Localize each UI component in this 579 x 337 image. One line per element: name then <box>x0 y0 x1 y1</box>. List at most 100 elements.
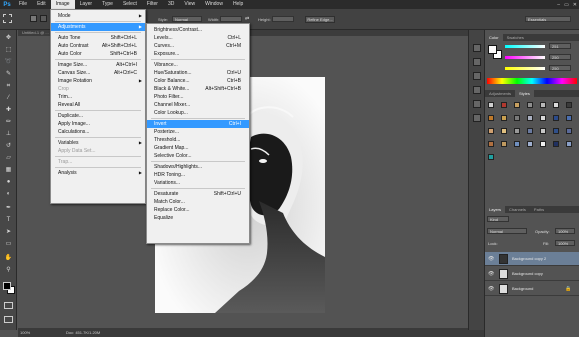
adjustments-menu-item[interactable]: Brightness/Contrast... <box>147 26 249 34</box>
blend-mode-select[interactable]: Normal <box>487 228 527 234</box>
adjustments-menu-item[interactable]: Levels... Ctrl+L <box>147 34 249 42</box>
eye-icon[interactable]: 👁 <box>488 271 494 277</box>
minimize-icon[interactable]: – <box>557 2 560 8</box>
color-swatch-foreground[interactable] <box>3 282 11 290</box>
screen-mode-icon[interactable] <box>4 316 13 323</box>
close-icon[interactable]: ✕ <box>573 2 577 8</box>
adjustments-menu-item[interactable]: Shadows/Highlights... <box>147 163 249 171</box>
green-value[interactable]: 250 <box>549 54 571 60</box>
menu-file[interactable]: File <box>14 0 32 9</box>
tab-styles[interactable]: Styles <box>515 90 534 97</box>
style-swatch[interactable] <box>527 115 533 121</box>
style-swatch[interactable] <box>527 102 533 108</box>
zoom-level[interactable]: 100% <box>20 330 30 335</box>
adjustments-menu-item[interactable]: Invert Ctrl+I <box>147 120 249 128</box>
eyedropper-tool-icon[interactable]: ⁄ <box>4 94 13 103</box>
pen-tool-icon[interactable]: ✒ <box>4 204 13 213</box>
tab-adjustments[interactable]: Adjustments <box>485 90 515 97</box>
menu-filter[interactable]: Filter <box>142 0 163 9</box>
style-swatch[interactable] <box>553 102 559 108</box>
add-selection-icon[interactable] <box>40 15 47 22</box>
image-menu-item[interactable]: Reveal All <box>51 101 145 109</box>
brush-tool-icon[interactable]: ✏ <box>4 118 13 127</box>
adjustments-menu-item[interactable]: Color Balance... Ctrl+B <box>147 77 249 85</box>
style-swatch[interactable] <box>488 141 494 147</box>
adjustments-menu-item[interactable]: Desaturate Shift+Ctrl+U <box>147 190 249 198</box>
new-selection-icon[interactable] <box>30 15 37 22</box>
dodge-tool-icon[interactable]: ◐ <box>4 190 13 199</box>
adjustments-menu-item[interactable]: Selective Color... <box>147 152 249 160</box>
adjustments-menu-item[interactable]: Threshold... <box>147 136 249 144</box>
image-menu-item[interactable]: Analysis ▶ <box>51 169 145 177</box>
menu-type[interactable]: Type <box>97 0 118 9</box>
style-swatch[interactable] <box>514 141 520 147</box>
menu-edit[interactable]: Edit <box>32 0 51 9</box>
image-menu-item[interactable]: Auto Contrast Alt+Shift+Ctrl+L <box>51 42 145 50</box>
eye-icon[interactable]: 👁 <box>488 286 494 292</box>
swap-icon[interactable]: ⇄ <box>245 16 249 22</box>
style-swatch[interactable] <box>488 154 494 160</box>
refine-edge-button[interactable]: Refine Edge... <box>305 16 335 23</box>
properties-panel-icon[interactable] <box>473 58 481 66</box>
character-panel-icon[interactable] <box>473 86 481 94</box>
tab-paths[interactable]: Paths <box>530 206 548 213</box>
menu-window[interactable]: Window <box>200 0 228 9</box>
green-slider[interactable] <box>505 56 545 59</box>
width-field[interactable] <box>220 16 242 22</box>
style-swatch[interactable] <box>514 102 520 108</box>
zoom-tool-icon[interactable]: ⚲ <box>4 266 13 275</box>
style-swatch[interactable] <box>540 128 546 134</box>
menu-help[interactable]: Help <box>228 0 248 9</box>
style-swatch[interactable] <box>566 141 572 147</box>
image-menu-item[interactable]: Canvas Size... Alt+Ctrl+C <box>51 69 145 77</box>
type-tool-icon[interactable]: T <box>4 216 13 225</box>
adjustments-menu-item[interactable]: Curves... Ctrl+M <box>147 42 249 50</box>
opacity-field[interactable]: 100% <box>555 228 575 234</box>
image-menu-item[interactable]: Image Rotation ▶ <box>51 77 145 85</box>
style-swatch[interactable] <box>488 115 494 121</box>
style-swatch[interactable] <box>540 102 546 108</box>
lasso-tool-icon[interactable]: ➰ <box>4 58 13 67</box>
brush-panel-icon[interactable] <box>473 72 481 80</box>
adjustments-menu-item[interactable]: Hue/Saturation... Ctrl+U <box>147 69 249 77</box>
adjustments-menu-item[interactable]: Equalize <box>147 214 249 222</box>
style-swatch[interactable] <box>566 102 572 108</box>
history-panel-icon[interactable] <box>473 44 481 52</box>
clone-stamp-tool-icon[interactable]: ⊥ <box>4 130 13 139</box>
layer-filter-kind[interactable]: Kind <box>487 216 509 222</box>
adjustments-menu-item[interactable]: Color Lookup... <box>147 109 249 117</box>
menu-layer[interactable]: Layer <box>75 0 98 9</box>
style-swatch[interactable] <box>553 128 559 134</box>
adjustments-menu-item[interactable]: Exposure... <box>147 50 249 58</box>
eye-icon[interactable]: 👁 <box>488 256 494 262</box>
height-field[interactable] <box>272 16 294 22</box>
image-menu-item[interactable]: Variables ▶ <box>51 139 145 147</box>
style-swatch[interactable] <box>501 141 507 147</box>
adjustments-menu-item[interactable]: Vibrance... <box>147 61 249 69</box>
path-selection-tool-icon[interactable]: ➤ <box>4 228 13 237</box>
style-swatch[interactable] <box>553 141 559 147</box>
style-swatch[interactable] <box>540 115 546 121</box>
hand-tool-icon[interactable]: ✋ <box>4 254 13 263</box>
style-swatch[interactable] <box>527 141 533 147</box>
fill-field[interactable]: 100% <box>555 240 575 246</box>
image-menu-item[interactable]: Auto Tone Shift+Ctrl+L <box>51 34 145 42</box>
maximize-icon[interactable]: ▭ <box>564 2 569 8</box>
layer-row[interactable]: 👁 Background 🔒 <box>485 282 579 296</box>
menu-image[interactable]: Image <box>50 0 75 9</box>
tab-color[interactable]: Color <box>485 34 503 41</box>
tab-swatches[interactable]: Swatches <box>503 34 528 41</box>
tab-channels[interactable]: Channels <box>505 206 530 213</box>
style-swatch[interactable] <box>514 128 520 134</box>
healing-brush-tool-icon[interactable]: ✚ <box>4 106 13 115</box>
style-swatch[interactable] <box>514 115 520 121</box>
marquee-tool-icon[interactable]: ⬚ <box>4 46 13 55</box>
adjustments-menu-item[interactable]: Variations... <box>147 179 249 187</box>
quick-select-tool-icon[interactable]: ✎ <box>4 70 13 79</box>
red-value[interactable]: 251 <box>549 43 571 49</box>
gradient-tool-icon[interactable]: ▦ <box>4 166 13 175</box>
style-swatch[interactable] <box>527 128 533 134</box>
shape-tool-icon[interactable]: ▭ <box>4 240 13 249</box>
image-menu-item[interactable]: Auto Color Shift+Ctrl+B <box>51 50 145 58</box>
crop-tool-icon[interactable]: ⌗ <box>4 82 13 91</box>
